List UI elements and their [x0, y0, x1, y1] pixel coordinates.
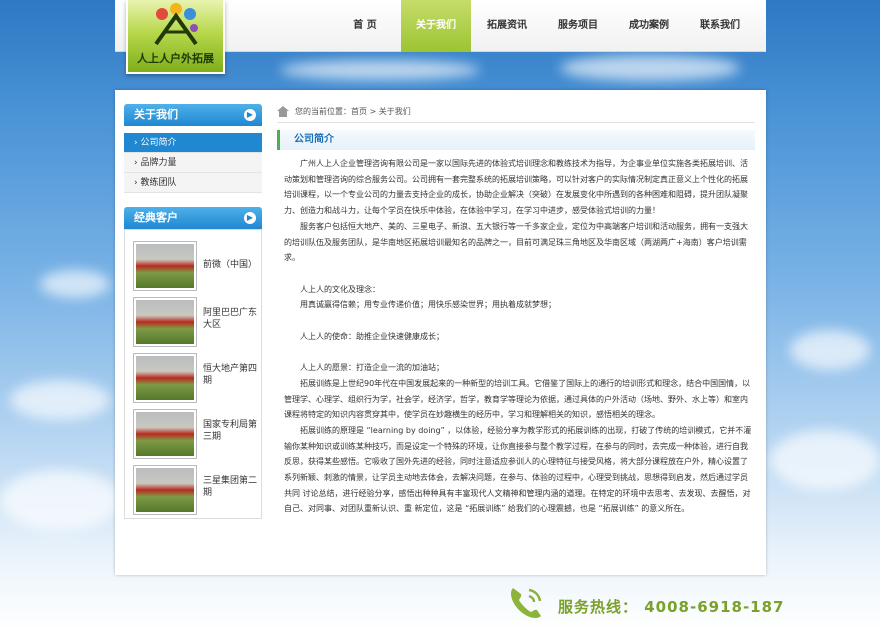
chevron-right-icon[interactable]: ▶: [244, 109, 256, 121]
case-photo[interactable]: [133, 297, 197, 347]
phone-icon: [511, 588, 542, 618]
sidebar-about-title-text: 关于我们: [134, 108, 178, 121]
cloud-decoration: [560, 55, 740, 81]
case-label[interactable]: 三星集团第二期: [203, 475, 259, 499]
nav-cases[interactable]: 成功案例: [614, 0, 684, 52]
article-paragraph: 人上人的愿景：打造企业一流的加油站；: [300, 363, 444, 373]
sidebar-about-menu: › 公司简介 › 品牌力量 › 教练团队: [124, 133, 262, 193]
chevron-right-icon[interactable]: ▶: [244, 212, 256, 224]
sidebar-item-company-intro[interactable]: › 公司简介: [124, 133, 262, 153]
sidebar-cases-title: 经典客户 ▶: [124, 207, 262, 229]
nav-news[interactable]: 拓展资讯: [472, 0, 542, 52]
hotline-text: 服务热线： 4008-6918-187: [558, 598, 785, 616]
sidebar-item-brand[interactable]: › 品牌力量: [124, 153, 262, 173]
case-label[interactable]: 国家专利局第三期: [203, 419, 259, 443]
cases-list: 前微（中国） 阿里巴巴广东大区 恒大地产第四期 国家专利局第三期 三星集团第二期: [124, 229, 262, 519]
article-paragraph: 用真诚赢得信赖；用专业传递价值；用快乐感染世界；用执着成就梦想；: [300, 300, 556, 310]
case-item[interactable]: 三星集团第二期: [131, 465, 259, 515]
section-title: 公司简介: [277, 130, 755, 150]
case-item[interactable]: 前微（中国）: [131, 241, 259, 291]
case-item[interactable]: 阿里巴巴广东大区: [131, 297, 259, 347]
case-label[interactable]: 前微（中国）: [203, 259, 259, 271]
cloud-decoration: [770, 430, 880, 490]
sidebar-item-label: 教练团队: [140, 178, 177, 188]
case-photo[interactable]: [133, 465, 197, 515]
sidebar-item-coaches[interactable]: › 教练团队: [124, 173, 262, 193]
case-item[interactable]: 恒大地产第四期: [131, 353, 259, 403]
nav-contact[interactable]: 联系我们: [685, 0, 755, 52]
cloud-decoration: [0, 470, 120, 530]
logo-emblem-icon: [154, 3, 198, 46]
breadcrumb: 您的当前位置：首页 > 关于我们: [295, 107, 411, 116]
nav-about[interactable]: 关于我们: [401, 0, 471, 52]
cloud-decoration: [280, 60, 480, 80]
sidebar-about-title: 关于我们 ▶: [124, 104, 262, 126]
nav-services[interactable]: 服务项目: [543, 0, 613, 52]
cloud-decoration: [40, 270, 110, 298]
article-paragraph: 人上人的文化及理念：: [300, 284, 380, 294]
article-paragraph: 广州人上人企业管理咨询有限公司是一家以国际先进的体验式培训理念和教练技术为指导，…: [284, 159, 748, 216]
case-photo[interactable]: [133, 409, 197, 459]
sidebar-item-label: 品牌力量: [140, 158, 177, 168]
case-label[interactable]: 阿里巴巴广东大区: [203, 307, 259, 331]
sidebar-cases-title-text: 经典客户: [134, 211, 178, 224]
case-photo[interactable]: [133, 241, 197, 291]
article-paragraph: 拓展训练的原理是 “learning by doing” ，以体验，经验分享为教…: [284, 425, 752, 514]
article-paragraph: 拓展训练是上世纪90年代在中国发展起来的一种新型的培训工具。它借鉴了国际上的通行…: [284, 378, 751, 420]
case-item[interactable]: 国家专利局第三期: [131, 409, 259, 459]
case-label[interactable]: 恒大地产第四期: [203, 363, 259, 387]
case-photo[interactable]: [133, 353, 197, 403]
main-nav: 首 页 关于我们 拓展资讯 服务项目 成功案例 联系我们: [330, 0, 755, 52]
cloud-decoration: [10, 380, 110, 420]
article-paragraph: 人上人的使命：助推企业快速健康成长；: [300, 331, 444, 341]
divider: [277, 122, 755, 123]
site-logo[interactable]: 人上人户外拓展: [126, 0, 225, 74]
article-body: 广州人上人企业管理咨询有限公司是一家以国际先进的体验式培训理念和教练技术为指导，…: [284, 156, 752, 517]
nav-home[interactable]: 首 页: [330, 0, 400, 52]
sidebar-item-label: 公司简介: [140, 138, 177, 148]
article-paragraph: 服务客户包括恒大地产、美的、三星电子、新浪、五大银行等一千多家企业，定位为中高端…: [284, 221, 748, 263]
logo-text: 人上人户外拓展: [137, 52, 214, 65]
cloud-decoration: [790, 330, 870, 370]
